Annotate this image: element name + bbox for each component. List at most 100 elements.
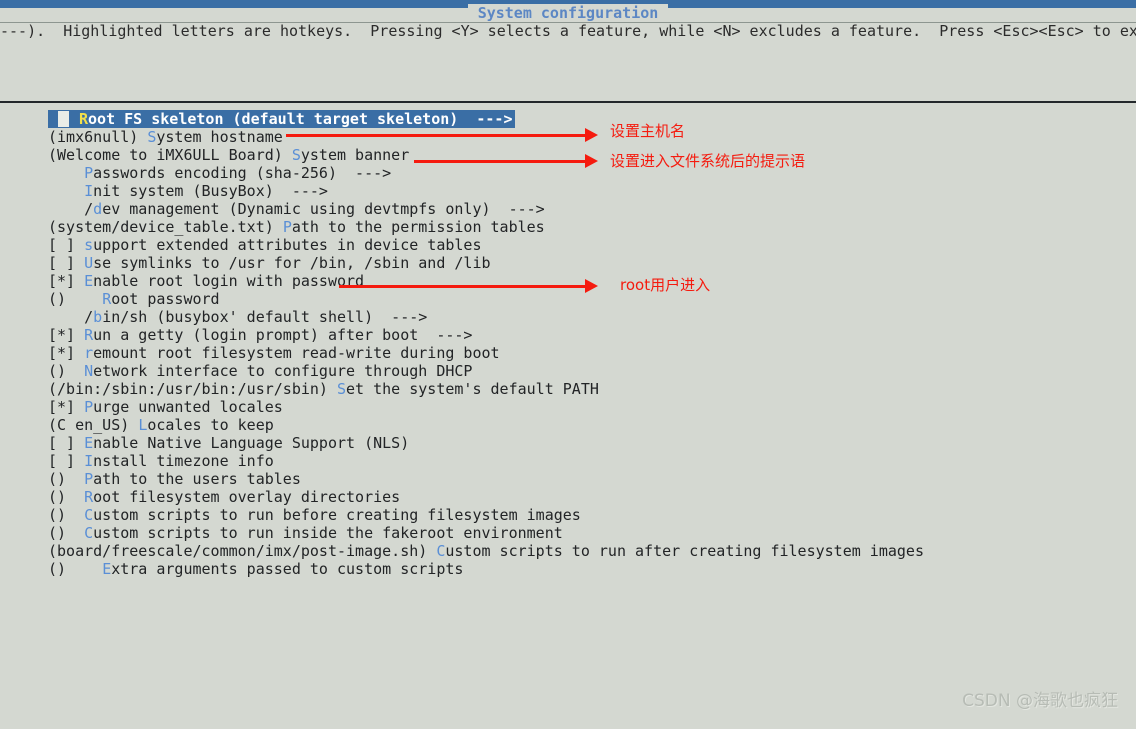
menu-item-text: ystem hostname — [156, 128, 283, 146]
menu-item-7[interactable]: [ ] support extended attributes in devic… — [0, 236, 1136, 254]
menu-item-hotkey: C — [436, 542, 446, 560]
menu-item-hotkey: N — [84, 362, 94, 380]
menu-item-prefix: / — [48, 308, 94, 326]
annotation-label-2: root用户进入 — [620, 276, 711, 294]
menu-item-hotkey: I — [84, 452, 94, 470]
menu-item-text: upport extended attributes in device tab… — [93, 236, 482, 254]
menu-item-prefix: () — [48, 362, 85, 380]
menu-item-hotkey: E — [84, 272, 94, 290]
menu-item-6[interactable]: (system/device_table.txt) Path to the pe… — [0, 218, 1136, 236]
menu-item-hotkey: C — [84, 506, 94, 524]
content-divider — [0, 101, 1136, 103]
menu-item-prefix: / — [48, 200, 94, 218]
menu-item-13[interactable]: [*] remount root filesystem read-write d… — [0, 344, 1136, 362]
menu-item-24[interactable]: (board/freescale/common/imx/post-image.s… — [0, 542, 1136, 560]
menu-item-hotkey: R — [84, 488, 94, 506]
menu-item-prefix: [ ] — [48, 452, 85, 470]
menu-item-prefix: (Welcome to iMX6ULL Board) — [48, 146, 292, 164]
menu-item-11[interactable]: /bin/sh (busybox' default shell) ---> — [0, 308, 1136, 326]
menu-item-19[interactable]: [ ] Install timezone info — [0, 452, 1136, 470]
menu-item-hotkey: U — [84, 254, 94, 272]
menu-item-text: ustom scripts to run after creating file… — [445, 542, 924, 560]
menu-item-4[interactable]: Init system (BusyBox) ---> — [0, 182, 1136, 200]
menu-item-21[interactable]: () Root filesystem overlay directories — [0, 488, 1136, 506]
menu-item-prefix: (system/device_table.txt) — [48, 218, 283, 236]
menu-item-hotkey: E — [84, 434, 94, 452]
menu-item-22[interactable]: () Custom scripts to run before creating… — [0, 506, 1136, 524]
menu-item-23[interactable]: () Custom scripts to run inside the fake… — [0, 524, 1136, 542]
window-titlebar-strip — [0, 0, 1136, 8]
config-menu-list[interactable]: Root FS skeleton (default target skeleto… — [0, 110, 1136, 578]
menu-item-prefix: (/bin:/sbin:/usr/bin:/usr/sbin) — [48, 380, 337, 398]
menu-item-3[interactable]: Passwords encoding (sha-256) ---> — [0, 164, 1136, 182]
menu-item-1[interactable]: (imx6null) System hostname — [0, 128, 1136, 146]
menu-item-20[interactable]: () Path to the users tables — [0, 470, 1136, 488]
menu-item-15[interactable]: (/bin:/sbin:/usr/bin:/usr/sbin) Set the … — [0, 380, 1136, 398]
menu-item-14[interactable]: () Network interface to configure throug… — [0, 362, 1136, 380]
menu-item-hotkey: P — [84, 164, 94, 182]
menu-item-12[interactable]: [*] Run a getty (login prompt) after boo… — [0, 326, 1136, 344]
menu-item-prefix: [*] — [48, 272, 85, 290]
menu-item-prefix: (board/freescale/common/imx/post-image.s… — [48, 542, 437, 560]
menu-item-hotkey: E — [102, 560, 112, 578]
menu-item-hotkey: R — [102, 290, 112, 308]
menu-item-hotkey: s — [84, 236, 94, 254]
menu-item-label: Root FS skeleton (default target skeleto… — [48, 110, 512, 128]
menu-item-text: oot password — [111, 290, 220, 308]
menu-item-text: un a getty (login prompt) after boot ---… — [93, 326, 473, 344]
menu-item-16[interactable]: [*] Purge unwanted locales — [0, 398, 1136, 416]
menu-item-text: urge unwanted locales — [93, 398, 283, 416]
menu-item-17[interactable]: (C en_US) Locales to keep — [0, 416, 1136, 434]
menu-item-prefix: () — [48, 506, 85, 524]
menu-item-prefix: [ ] — [48, 236, 85, 254]
menu-item-prefix: [*] — [48, 398, 85, 416]
menu-item-hotkey: P — [84, 470, 94, 488]
menu-item-hotkey: I — [84, 182, 94, 200]
menu-item-text: oot FS skeleton (default target skeleton… — [88, 110, 513, 128]
menu-item-text: etwork interface to configure through DH… — [93, 362, 473, 380]
menu-item-text: ev management (Dynamic using devtmpfs on… — [102, 200, 545, 218]
menu-item-text: oot filesystem overlay directories — [93, 488, 401, 506]
menu-item-text: ustom scripts to run inside the fakeroot… — [93, 524, 563, 542]
menu-item-text: nit system (BusyBox) ---> — [93, 182, 328, 200]
menu-item-text: nstall timezone info — [93, 452, 274, 470]
menu-item-prefix — [48, 164, 84, 182]
menu-item-prefix: () — [48, 560, 103, 578]
menu-item-hotkey: C — [84, 524, 94, 542]
menu-item-prefix: () — [48, 488, 85, 506]
menu-item-text: xtra arguments passed to custom scripts — [111, 560, 464, 578]
annotation-arrow-icon-1 — [585, 154, 598, 168]
menu-item-text: ystem banner — [300, 146, 410, 164]
menu-item-prefix: [ ] — [48, 254, 85, 272]
annotation-leader-line-1 — [414, 160, 592, 163]
menu-item-25[interactable]: () Extra arguments passed to custom scri… — [0, 560, 1136, 578]
menu-item-text: nable Native Language Support (NLS) — [93, 434, 410, 452]
annotation-label-0: 设置主机名 — [610, 122, 686, 140]
csdn-watermark: CSDN @海歌也疯狂 — [962, 691, 1118, 711]
annotation-label-1: 设置进入文件系统后的提示语 — [610, 152, 806, 170]
menu-item-0[interactable]: Root FS skeleton (default target skeleto… — [0, 110, 1136, 128]
menu-item-text: ath to the users tables — [93, 470, 301, 488]
menu-item-hotkey: L — [138, 416, 148, 434]
menu-item-hotkey: S — [291, 146, 301, 164]
menu-item-text: nable root login with password — [93, 272, 365, 290]
menu-item-18[interactable]: [ ] Enable Native Language Support (NLS) — [0, 434, 1136, 452]
menu-item-10[interactable]: () Root password — [0, 290, 1136, 308]
menu-item-prefix: () — [48, 290, 103, 308]
menu-item-hotkey: P — [84, 398, 94, 416]
menu-item-prefix: () — [48, 524, 85, 542]
menu-item-hotkey: R — [84, 326, 94, 344]
menu-item-hotkey: r — [84, 344, 94, 362]
annotation-arrow-icon-2 — [585, 279, 598, 293]
annotation-leader-line-2 — [339, 285, 592, 288]
menu-item-prefix: [ ] — [48, 434, 85, 452]
annotation-arrow-icon-0 — [585, 128, 598, 142]
menu-item-8[interactable]: [ ] Use symlinks to /usr for /bin, /sbin… — [0, 254, 1136, 272]
menu-item-5[interactable]: /dev management (Dynamic using devtmpfs … — [0, 200, 1136, 218]
menu-item-text: ath to the permission tables — [291, 218, 545, 236]
menu-item-prefix: (imx6null) — [48, 128, 148, 146]
menu-item-prefix: [*] — [48, 344, 85, 362]
menu-item-hotkey: d — [93, 200, 103, 218]
menu-item-text: asswords encoding (sha-256) ---> — [93, 164, 392, 182]
menu-item-hotkey: b — [93, 308, 103, 326]
